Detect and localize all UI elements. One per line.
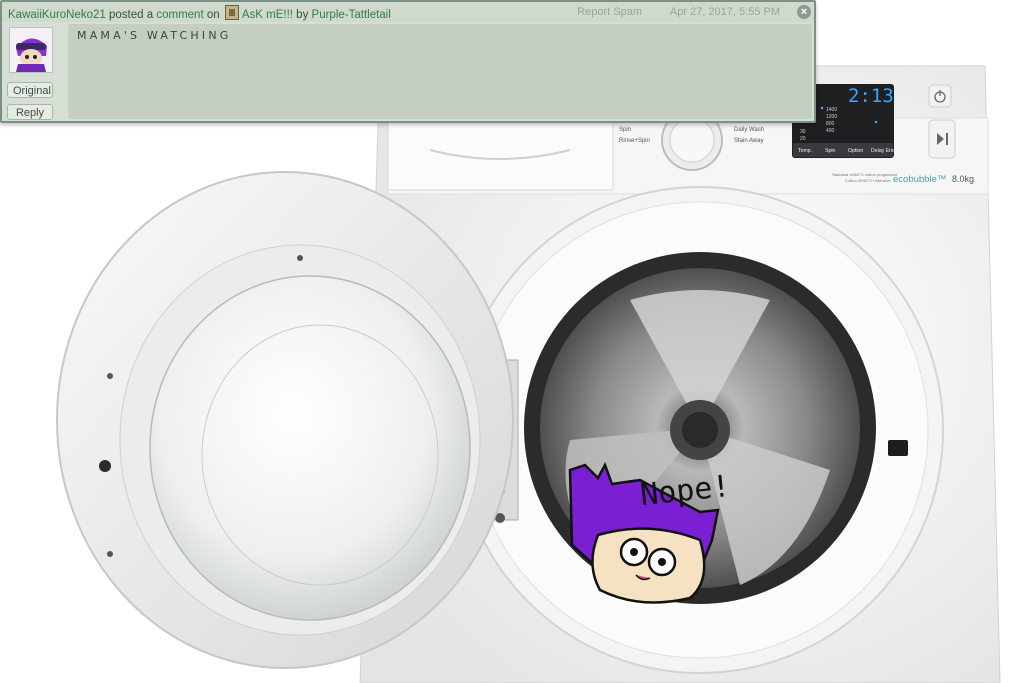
comment-text: MAMA'S WATCHING (77, 29, 232, 42)
deviation-thumbnail-icon[interactable] (224, 5, 239, 20)
svg-text:30: 30 (800, 129, 806, 135)
dial-label: Spin (619, 127, 631, 133)
temp-button[interactable]: Temp. (798, 148, 812, 154)
brand-fineprint: Standard 40/60°C cotton programme (832, 172, 898, 177)
original-button[interactable]: Original (7, 82, 53, 98)
option-button[interactable]: Option (848, 148, 863, 154)
comment-notification: KawaiiKuroNeko21 posted a comment on AsK… (0, 0, 816, 123)
avatar-image (10, 28, 52, 72)
start-pause-button[interactable] (928, 119, 956, 159)
svg-text:20: 20 (800, 136, 806, 142)
comment-link[interactable]: comment (156, 9, 203, 21)
report-spam-link[interactable]: Report Spam (577, 6, 642, 18)
by-text: by (296, 9, 309, 21)
capacity-label: 8.0kg (952, 174, 974, 184)
comment-body: MAMA'S WATCHING (68, 24, 812, 119)
brand-fineprint: Cotton 40/60°C+Intensive (845, 178, 892, 183)
power-button[interactable] (928, 84, 952, 108)
open-door (56, 171, 514, 669)
author-link[interactable]: KawaiiKuroNeko21 (8, 9, 106, 21)
svg-text:400: 400 (826, 128, 835, 134)
posted-text: posted a (109, 9, 154, 21)
svg-text:1400: 1400 (826, 107, 837, 113)
reply-button[interactable]: Reply (7, 104, 53, 120)
svg-text:1200: 1200 (826, 114, 837, 120)
dial-label: Stain Away (734, 138, 764, 144)
avatar[interactable] (9, 27, 53, 73)
timestamp: Apr 27, 2017, 5:55 PM (669, 6, 780, 18)
svg-text:800: 800 (826, 121, 835, 127)
deviation-link[interactable]: AsK mE!!! (242, 9, 293, 21)
dial-label: Daily Wash (734, 127, 764, 133)
door-latch (888, 440, 908, 456)
on-text: on (206, 9, 220, 21)
spin-button[interactable]: Spin (825, 148, 835, 154)
notification-header: KawaiiKuroNeko21 posted a comment on AsK… (2, 2, 814, 22)
display-time: 2:13 (848, 85, 894, 107)
close-icon[interactable]: × (797, 5, 811, 19)
ecobubble-logo: ecobubble™ (893, 174, 946, 185)
delay-end-button[interactable]: Delay End (871, 148, 895, 154)
deviation-author-link[interactable]: Purple-Tattletail (312, 9, 391, 21)
dial-label: Rinse+Spin (619, 138, 650, 144)
